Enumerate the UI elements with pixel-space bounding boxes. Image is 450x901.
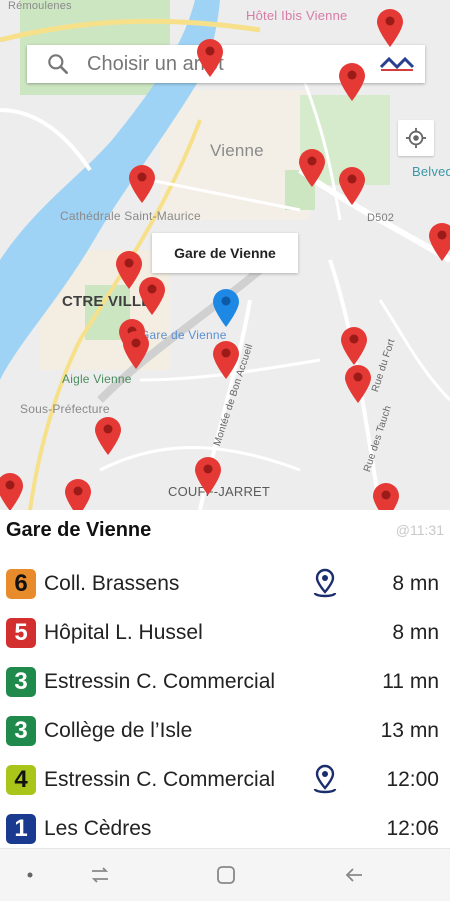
stop-marker-pin[interactable] — [194, 456, 222, 496]
stop-marker-pin[interactable] — [340, 326, 368, 366]
update-time: @11:31 — [395, 522, 444, 538]
map-label-top-left: Rémoulenes — [8, 0, 72, 12]
my-location-icon — [405, 127, 427, 149]
departure-row[interactable]: 1 Les Cèdres 12:06 — [0, 804, 450, 853]
map-label-cathedral: Cathédrale Saint-Maurice — [60, 209, 201, 223]
stop-marker-pin[interactable] — [138, 276, 166, 316]
stop-marker-pin[interactable] — [338, 62, 366, 102]
departure-time: 8 mn — [392, 620, 439, 644]
stop-marker-pin[interactable] — [372, 482, 400, 510]
selected-stop-marker-pin[interactable] — [212, 288, 240, 328]
stop-marker-pin[interactable] — [344, 364, 372, 404]
departure-row[interactable]: 3 Estressin C. Commercial 11 mn — [0, 657, 450, 706]
map-label-prefecture: Sous-Préfecture — [20, 402, 110, 416]
map-label-hotel: Hôtel Ibis Vienne — [246, 8, 348, 23]
stop-marker-pin[interactable] — [376, 8, 404, 48]
home-icon[interactable] — [214, 863, 238, 887]
search-input[interactable] — [85, 51, 379, 77]
departures-panel: Gare de Vienne @11:31 6 Coll. Brassens 8… — [0, 510, 450, 848]
map-label-city: Vienne — [210, 141, 264, 160]
departure-destination: Estressin C. Commercial — [44, 767, 276, 791]
system-nav-bar — [0, 848, 450, 901]
departure-destination: Estressin C. Commercial — [44, 669, 276, 693]
departure-destination: Les Cèdres — [44, 816, 152, 840]
stop-marker-pin[interactable] — [94, 416, 122, 456]
stop-marker-pin[interactable] — [196, 38, 224, 78]
line-badge: 3 — [6, 666, 36, 697]
brand-logo — [379, 56, 415, 71]
departure-time: 13 mn — [380, 718, 439, 742]
line-badge: 5 — [6, 617, 36, 648]
map-label-belvedere: Belved — [412, 164, 450, 179]
stop-marker-pin[interactable] — [64, 478, 92, 510]
departure-destination: Collège de l’Isle — [44, 718, 193, 742]
departure-time: 12:00 — [386, 767, 439, 791]
stop-marker-pin[interactable] — [338, 166, 366, 206]
recent-apps-icon[interactable] — [88, 863, 112, 887]
nav-dot-icon[interactable] — [18, 863, 42, 887]
departure-row[interactable]: 5 Hôpital L. Hussel 8 mn — [0, 608, 450, 657]
stop-marker-pin[interactable] — [298, 148, 326, 188]
stop-location-icon[interactable] — [307, 762, 343, 798]
selected-stop-tooltip[interactable]: Gare de Vienne — [152, 233, 298, 273]
stop-marker-pin[interactable] — [212, 340, 240, 380]
departure-row[interactable]: 3 Collège de l’Isle 13 mn — [0, 706, 450, 755]
map-view[interactable]: Rémoulenes Hôtel Ibis Vienne Vienne Belv… — [0, 0, 450, 510]
map-label-road: D502 — [367, 212, 395, 224]
stop-marker-pin[interactable] — [428, 222, 450, 262]
search-icon — [48, 54, 68, 74]
stop-marker-pin[interactable] — [128, 164, 156, 204]
departure-destination: Coll. Brassens — [44, 571, 180, 595]
departure-row[interactable]: 6 Coll. Brassens 8 mn — [0, 559, 450, 608]
map-label-aigle: Aigle Vienne — [62, 372, 132, 386]
stop-name-heading: Gare de Vienne — [6, 519, 152, 541]
departure-time: 12:06 — [386, 816, 439, 840]
departure-row[interactable]: 4 Estressin C. Commercial 12:00 — [0, 755, 450, 804]
stop-marker-pin[interactable] — [122, 330, 150, 370]
line-badge: 4 — [6, 764, 36, 795]
line-badge: 3 — [6, 715, 36, 746]
line-badge: 1 — [6, 813, 36, 844]
back-icon[interactable] — [342, 863, 366, 887]
departure-destination: Hôpital L. Hussel — [44, 620, 203, 644]
departure-time: 8 mn — [392, 571, 439, 595]
departure-time: 11 mn — [382, 669, 439, 693]
my-location-button[interactable] — [398, 120, 434, 156]
line-badge: 6 — [6, 568, 36, 599]
stop-location-icon[interactable] — [307, 566, 343, 602]
stop-marker-pin[interactable] — [0, 472, 24, 510]
